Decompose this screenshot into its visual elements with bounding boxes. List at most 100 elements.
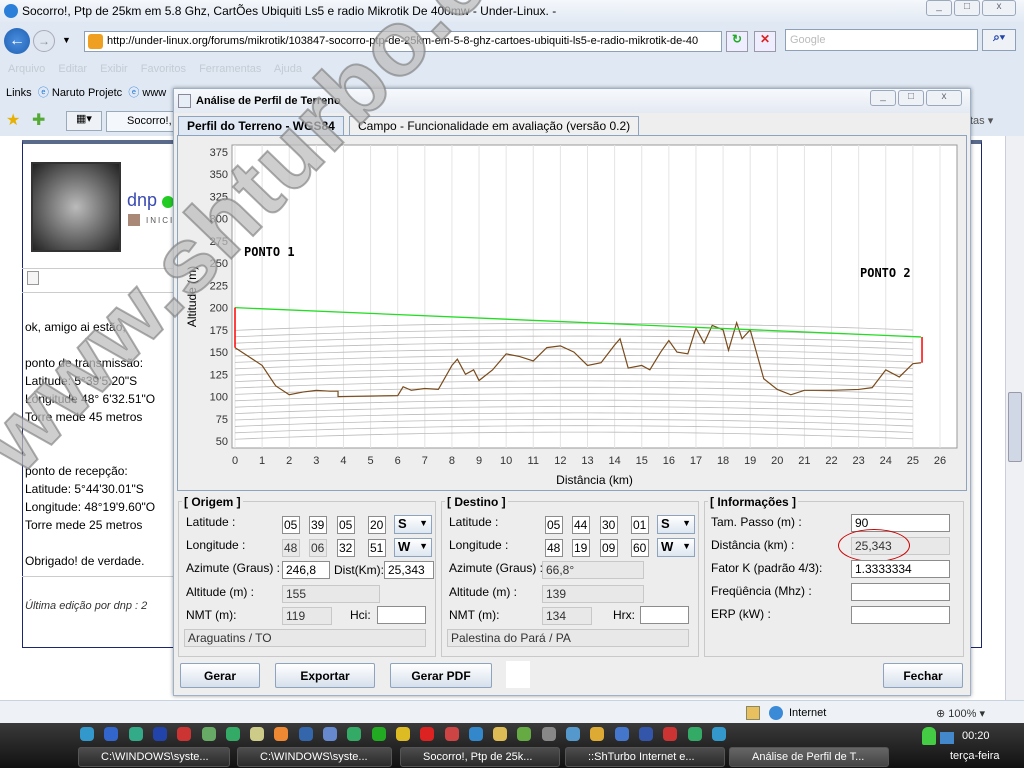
minimize-button[interactable]: _	[926, 0, 952, 16]
taskbar-item-shturbo[interactable]: ::ShTurbo Internet e...	[565, 747, 725, 767]
quick-launch-icon[interactable]	[177, 727, 192, 741]
origem-lon-deg[interactable]: 48	[282, 539, 300, 557]
search-button[interactable]: ⌕▾	[982, 29, 1016, 51]
menu-arquivo[interactable]: Arquivo	[8, 63, 45, 75]
add-favorite-icon[interactable]: ✚	[32, 110, 45, 130]
quick-launch-icon[interactable]	[128, 727, 143, 741]
link-www[interactable]: www	[142, 87, 166, 99]
quick-launch-icon[interactable]	[541, 727, 556, 741]
quick-launch-icon[interactable]	[347, 727, 362, 741]
quick-launch-icon[interactable]	[566, 727, 580, 741]
quick-launch-icon[interactable]	[517, 727, 532, 741]
browser-tab[interactable]: Socorro!,	[106, 111, 176, 132]
quick-launch-icon[interactable]	[395, 727, 410, 741]
menu-editar[interactable]: Editar	[58, 63, 87, 75]
post-username[interactable]: dnp	[127, 190, 157, 211]
destino-lat-hemisphere-select[interactable]: S ▼	[657, 515, 695, 534]
origem-lat-deg[interactable]: 05	[282, 516, 300, 534]
quick-launch-icon[interactable]	[298, 727, 313, 741]
exportar-button[interactable]: Exportar	[275, 663, 375, 688]
gerar-button[interactable]: Gerar	[180, 663, 260, 688]
quick-launch-icon[interactable]	[663, 727, 678, 741]
network-tray-icon[interactable]	[940, 732, 954, 744]
menu-ajuda[interactable]: Ajuda	[274, 63, 302, 75]
tab-campo[interactable]: Campo - Funcionalidade em avaliação (ver…	[349, 116, 640, 135]
destino-lat-sec[interactable]: 30	[600, 516, 618, 534]
maximize-button[interactable]: □	[954, 0, 980, 16]
origem-azimuth-field[interactable]: 246,8	[282, 561, 330, 579]
destino-hrx-field[interactable]	[640, 606, 689, 624]
history-dropdown[interactable]: ▼	[62, 35, 71, 45]
quick-launch-icon[interactable]	[420, 727, 435, 741]
origem-lat-min[interactable]: 39	[309, 516, 327, 534]
quick-tabs-button[interactable]: ▦▾	[66, 111, 102, 131]
destino-lon-min[interactable]: 19	[572, 539, 590, 557]
destino-lon-hemisphere-select[interactable]: W ▼	[657, 538, 695, 557]
origem-lat-hemisphere-select[interactable]: S ▼	[394, 515, 432, 534]
refresh-button[interactable]: ↻	[726, 31, 748, 52]
quick-launch-icon[interactable]	[104, 727, 119, 741]
origem-dist-field[interactable]: 25,343	[384, 561, 434, 579]
destino-lon-dec[interactable]: 60	[631, 539, 649, 557]
tab-perfil-terreno[interactable]: Perfil do Terreno - WGS84	[178, 116, 344, 135]
taskbar-item-socorro[interactable]: Socorro!, Ptp de 25k...	[400, 747, 560, 767]
quick-launch-icon[interactable]	[274, 727, 289, 741]
origem-hci-field[interactable]	[377, 606, 426, 624]
taskbar-item-analise[interactable]: Análise de Perfil de T...	[729, 747, 889, 767]
menu-favoritos[interactable]: Favoritos	[141, 63, 186, 75]
origem-lon-sec[interactable]: 32	[337, 539, 355, 557]
favorites-star-icon[interactable]: ★	[6, 110, 20, 130]
fechar-button[interactable]: Fechar	[883, 663, 963, 688]
origem-lon-min[interactable]: 06	[309, 539, 327, 557]
destino-lon-sec[interactable]: 09	[600, 539, 618, 557]
quick-launch-icon[interactable]	[152, 727, 167, 741]
dialog-close-button[interactable]: x	[926, 90, 962, 106]
quick-launch-icon[interactable]	[323, 727, 337, 741]
quick-launch-icon[interactable]	[614, 727, 629, 741]
origem-lon-hemisphere-select[interactable]: W ▼	[394, 538, 432, 557]
origem-lat-sec[interactable]: 05	[337, 516, 355, 534]
quick-launch-icon[interactable]	[80, 727, 94, 741]
back-button[interactable]: ←	[4, 28, 30, 54]
tools-menu[interactable]: tas ▾	[970, 114, 993, 127]
frequency-field[interactable]	[851, 583, 950, 601]
origem-lon-dec[interactable]: 51	[368, 539, 386, 557]
taskbar-item-cmd-1[interactable]: C:\WINDOWS\syste...	[78, 747, 230, 767]
dialog-maximize-button[interactable]: □	[898, 90, 924, 106]
destino-lat-deg[interactable]: 05	[545, 516, 563, 534]
quick-launch-icon[interactable]	[687, 727, 702, 741]
java-icon	[178, 94, 191, 108]
user-tray-icon[interactable]	[922, 727, 936, 745]
quick-launch-icon[interactable]	[225, 727, 240, 741]
menu-ferramentas[interactable]: Ferramentas	[199, 63, 261, 75]
quick-launch-icon[interactable]	[638, 727, 653, 741]
clock-time[interactable]: 00:20	[962, 730, 990, 742]
link-naruto[interactable]: Naruto Projetc	[52, 87, 122, 99]
gerar-pdf-button[interactable]: Gerar PDF	[390, 663, 492, 688]
stop-button[interactable]: ✕	[754, 31, 776, 52]
quick-launch-icon[interactable]	[201, 727, 216, 741]
scrollbar-thumb[interactable]	[1008, 392, 1022, 462]
k-factor-field[interactable]: 1.3333334	[851, 560, 950, 578]
search-input[interactable]: Google	[785, 29, 978, 51]
destino-lon-deg[interactable]: 48	[545, 539, 563, 557]
forward-button[interactable]: →	[33, 30, 55, 52]
taskbar-item-cmd-2[interactable]: C:\WINDOWS\syste...	[237, 747, 392, 767]
quick-launch-icon[interactable]	[371, 727, 386, 741]
destino-lat-min[interactable]: 44	[572, 516, 590, 534]
destino-lat-dec[interactable]: 01	[631, 516, 649, 534]
quick-launch-icon[interactable]	[493, 727, 508, 741]
erp-field[interactable]	[851, 606, 950, 624]
close-button[interactable]: x	[982, 0, 1016, 16]
page-scrollbar[interactable]	[1005, 136, 1024, 700]
menu-exibir[interactable]: Exibir	[100, 63, 128, 75]
quick-launch-icon[interactable]	[468, 727, 483, 741]
zoom-level[interactable]: ⊕ 100% ▾	[936, 707, 985, 720]
origem-lat-dec[interactable]: 20	[368, 516, 386, 534]
quick-launch-icon[interactable]	[444, 727, 459, 741]
address-bar[interactable]: http://under-linux.org/forums/mikrotik/1…	[84, 31, 722, 52]
dialog-minimize-button[interactable]: _	[870, 90, 896, 106]
quick-launch-icon[interactable]	[711, 727, 726, 741]
quick-launch-icon[interactable]	[250, 727, 265, 741]
quick-launch-icon[interactable]	[590, 727, 605, 741]
